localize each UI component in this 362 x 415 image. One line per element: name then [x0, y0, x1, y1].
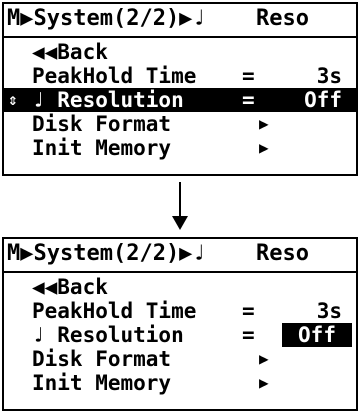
menu-page-name: Reso [256, 6, 309, 31]
menu-item-label: Init Memory [32, 371, 172, 395]
menu-header: M▶System(2/2)▶♩ Reso [4, 239, 356, 275]
selected-value-box[interactable]: Off [282, 323, 352, 347]
menu-item-back[interactable]: ◀◀Back [4, 40, 356, 64]
menu-item-back[interactable]: ◀◀Back [4, 275, 356, 299]
menu-item-disk-format[interactable]: Disk Format ▶ [4, 112, 356, 136]
menu-item-label: Init Memory [32, 136, 172, 160]
menu-item-label: ♩ Resolution [32, 323, 184, 347]
submenu-arrow-icon: ▶ [259, 373, 269, 392]
menu-item-label: Disk Format [32, 112, 172, 136]
menu-item-label: PeakHold Time [32, 299, 197, 323]
menu-item-label: ♩ Resolution [32, 88, 184, 112]
submenu-arrow-icon: ▶ [259, 349, 269, 368]
menu-item-resolution-selected[interactable]: ⇕ ♩ Resolution = Off [4, 88, 356, 112]
menu-item-peakhold-time[interactable]: PeakHold Time = 3s [4, 64, 356, 88]
equals-sign: = [242, 88, 255, 112]
header-divider [4, 36, 356, 38]
menu-item-value: 3s [316, 299, 342, 323]
lcd-screen-after: M▶System(2/2)▶♩ Reso ◀◀Back PeakHold Tim… [2, 237, 358, 411]
menu-item-value: 3s [316, 64, 342, 88]
menu-item-label: PeakHold Time [32, 64, 197, 88]
menu-item-disk-format[interactable]: Disk Format ▶ [4, 347, 356, 371]
cursor-updown-icon: ⇕ [8, 90, 18, 109]
equals-sign: = [242, 64, 255, 88]
menu-path: M▶System(2/2)▶♩ [7, 6, 206, 31]
menu-item-label: ◀◀Back [32, 275, 108, 299]
menu-header: M▶System(2/2)▶♩ Reso [4, 4, 356, 40]
menu-page-name: Reso [256, 241, 309, 266]
lcd-screen-before: M▶System(2/2)▶♩ Reso ◀◀Back PeakHold Tim… [2, 2, 358, 176]
menu-item-init-memory[interactable]: Init Memory ▶ [4, 136, 356, 160]
menu-item-value: Off [304, 88, 342, 112]
menu-item-label: Disk Format [32, 347, 172, 371]
menu-item-init-memory[interactable]: Init Memory ▶ [4, 371, 356, 395]
menu-item-label: ◀◀Back [32, 40, 108, 64]
equals-sign: = [242, 299, 255, 323]
menu-path: M▶System(2/2)▶♩ [7, 241, 206, 266]
submenu-arrow-icon: ▶ [259, 138, 269, 157]
header-divider [4, 271, 356, 273]
arrow-down-icon [172, 182, 188, 230]
menu-item-peakhold-time[interactable]: PeakHold Time = 3s [4, 299, 356, 323]
menu-item-resolution[interactable]: ♩ Resolution = Off [4, 323, 356, 347]
submenu-arrow-icon: ▶ [259, 114, 269, 133]
equals-sign: = [242, 323, 255, 347]
